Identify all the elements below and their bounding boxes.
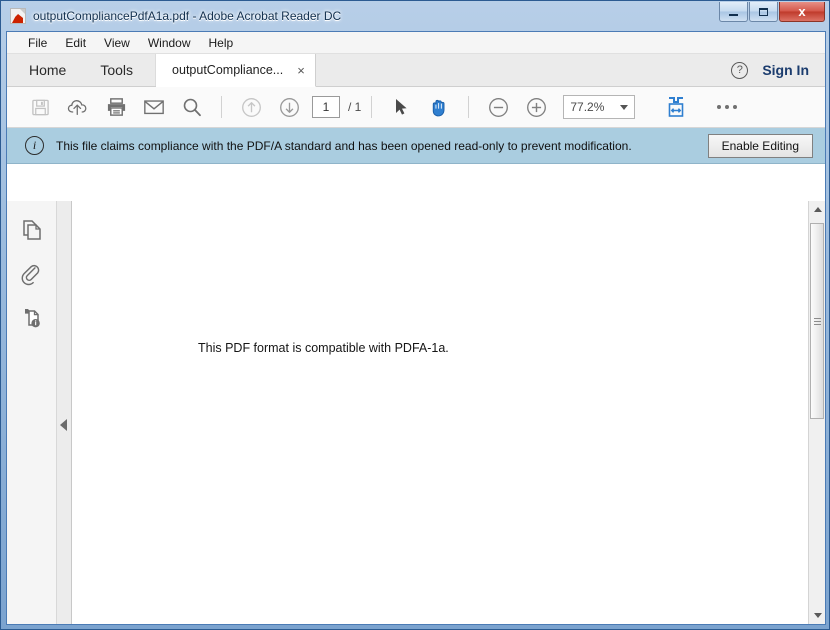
save-button[interactable]	[21, 92, 59, 122]
title-bar: outputCompliancePdfA1a.pdf - Adobe Acrob…	[1, 1, 829, 31]
toolbar-separator-2	[371, 96, 372, 118]
minimize-icon	[729, 14, 738, 16]
email-envelope-icon	[143, 98, 165, 116]
tab-close-icon[interactable]: ×	[297, 64, 305, 77]
tab-tools[interactable]: Tools	[84, 54, 156, 86]
paperclip-attachment-icon	[20, 263, 43, 286]
zoom-in-button[interactable]	[517, 92, 555, 122]
notification-message: This file claims compliance with the PDF…	[56, 139, 632, 153]
application-window: outputCompliancePdfA1a.pdf - Adobe Acrob…	[0, 0, 830, 630]
menu-item-file[interactable]: File	[19, 34, 56, 52]
help-icon[interactable]: ?	[731, 62, 748, 79]
maximize-icon	[759, 8, 768, 16]
navigation-pane	[7, 201, 57, 624]
document-view[interactable]: This PDF format is compatible with PDFA-…	[72, 201, 808, 624]
zoom-level-dropdown[interactable]: 77.2%	[563, 95, 635, 119]
ellipsis-dot	[733, 105, 737, 109]
vertical-scrollbar[interactable]	[808, 201, 825, 624]
scroll-down-arrow-icon	[814, 613, 822, 618]
hand-tool-button[interactable]	[420, 92, 458, 122]
window-controls: x	[718, 2, 825, 22]
scroll-down-button[interactable]	[809, 607, 826, 624]
attachments-button[interactable]	[15, 259, 49, 289]
scroll-up-arrow-icon	[814, 207, 822, 212]
tab-document-label: outputCompliance...	[172, 63, 283, 77]
chevron-down-icon	[620, 105, 628, 110]
minimize-button[interactable]	[719, 2, 748, 22]
arrow-up-circle-icon	[241, 97, 262, 118]
save-floppy-icon	[31, 98, 50, 117]
hand-tool-icon	[428, 96, 451, 119]
toolbar: 1 / 1	[7, 87, 825, 128]
tab-bar-right: ? Sign In	[731, 54, 825, 86]
scroll-thumb[interactable]	[810, 223, 824, 419]
zoom-in-circle-icon	[526, 97, 547, 118]
scroll-thumb-grip	[814, 316, 821, 327]
standards-button[interactable]	[15, 303, 49, 333]
page-number-input[interactable]: 1	[312, 96, 340, 118]
zoom-level-value: 77.2%	[570, 100, 604, 114]
arrow-down-circle-icon	[279, 97, 300, 118]
cloud-upload-icon	[67, 97, 89, 117]
collapse-left-arrow-icon[interactable]	[60, 419, 67, 431]
ellipsis-dot	[725, 105, 729, 109]
tab-home[interactable]: Home	[7, 54, 84, 86]
menu-bar: File Edit View Window Help	[7, 32, 825, 54]
search-magnifier-icon	[182, 97, 202, 117]
toolbar-separator-1	[221, 96, 222, 118]
menu-item-window[interactable]: Window	[139, 34, 200, 52]
print-button[interactable]	[97, 92, 135, 122]
ellipsis-dot	[717, 105, 721, 109]
client-area: File Edit View Window Help Home Tools ou…	[6, 31, 826, 625]
close-button[interactable]: x	[779, 2, 825, 22]
search-button[interactable]	[173, 92, 211, 122]
fit-page-button[interactable]	[657, 92, 695, 122]
standards-document-info-icon	[20, 306, 44, 330]
fit-width-icon	[665, 96, 687, 118]
pdf-page-text: This PDF format is compatible with PDFA-…	[198, 341, 449, 355]
menu-item-help[interactable]: Help	[200, 34, 243, 52]
sign-in-button[interactable]: Sign In	[762, 62, 809, 78]
page-total-label: / 1	[348, 100, 361, 114]
info-circle-icon: i	[25, 136, 44, 155]
page-thumbnails-button[interactable]	[15, 215, 49, 245]
pdf-document-icon	[10, 8, 26, 24]
menu-item-edit[interactable]: Edit	[56, 34, 95, 52]
menu-item-view[interactable]: View	[95, 34, 139, 52]
page-thumbnails-icon	[21, 218, 43, 242]
previous-page-button[interactable]	[232, 92, 270, 122]
toolbar-separator-3	[468, 96, 469, 118]
print-icon	[106, 97, 127, 117]
scroll-up-button[interactable]	[809, 201, 826, 218]
next-page-button[interactable]	[270, 92, 308, 122]
window-title: outputCompliancePdfA1a.pdf - Adobe Acrob…	[33, 9, 341, 23]
more-tools-button[interactable]	[717, 105, 737, 109]
tab-bar: Home Tools outputCompliance... × ? Sign …	[7, 54, 825, 87]
zoom-out-button[interactable]	[479, 92, 517, 122]
upload-button[interactable]	[59, 92, 97, 122]
sidebar-splitter[interactable]	[57, 201, 72, 624]
notification-bar: i This file claims compliance with the P…	[7, 128, 825, 164]
zoom-out-circle-icon	[488, 97, 509, 118]
pdf-page: This PDF format is compatible with PDFA-…	[72, 201, 808, 624]
main-body: This PDF format is compatible with PDFA-…	[7, 201, 825, 624]
cursor-arrow-icon	[393, 97, 409, 117]
select-tool-button[interactable]	[382, 92, 420, 122]
email-button[interactable]	[135, 92, 173, 122]
enable-editing-button[interactable]: Enable Editing	[708, 134, 813, 158]
maximize-button[interactable]	[749, 2, 778, 22]
close-icon: x	[798, 5, 805, 18]
tab-document[interactable]: outputCompliance... ×	[156, 54, 316, 87]
